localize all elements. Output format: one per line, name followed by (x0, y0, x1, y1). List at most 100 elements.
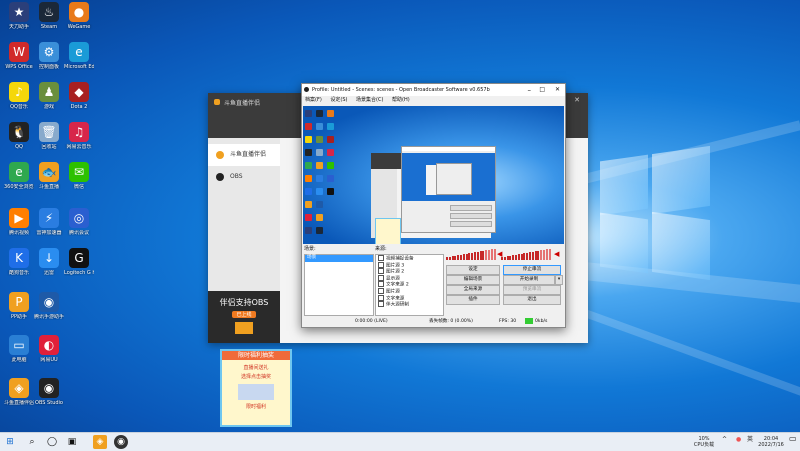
obs-window[interactable]: Profile: Untitled - Scenes: scenes - Ope… (301, 83, 566, 328)
douyu-taskbar-icon[interactable]: ◈ (93, 435, 107, 449)
desktop-icon[interactable]: ◎ 腾讯会议 (64, 208, 94, 236)
sidebar-item-douyu[interactable]: 斗鱼直播伴侣 (208, 144, 280, 166)
preview-mini-icon (327, 136, 334, 143)
file-explorer-icon[interactable]: ▣ (65, 435, 79, 449)
desktop-icon[interactable]: ⚙ 控制面板 (34, 42, 64, 70)
global-sources-button[interactable]: 全局来源 (446, 285, 500, 295)
source-visibility-checkbox[interactable] (378, 301, 384, 308)
start-record-button[interactable]: 开始录制 (503, 275, 555, 285)
source-item[interactable]: 文字来源 2 (376, 281, 443, 288)
desktop-icon[interactable]: G Logitech G HUB (64, 248, 94, 276)
tray-app-icon[interactable]: ● (736, 437, 741, 443)
notification-icon[interactable]: ▭ (789, 435, 797, 443)
cpu-load-widget[interactable]: 10% CPU负载 (690, 436, 718, 448)
desktop-icon[interactable]: 🐧 QQ (4, 122, 34, 150)
maximize-icon[interactable]: □ (539, 84, 545, 96)
desktop-icon[interactable]: ◐ 网易UU (34, 335, 64, 363)
desktop-icon[interactable]: W WPS Office (4, 42, 34, 70)
start-button[interactable]: ⊞ (3, 435, 17, 449)
source-item[interactable]: 显示源 (376, 274, 443, 282)
language-indicator[interactable]: 英 (747, 437, 753, 443)
preview-mini-icon (327, 175, 334, 182)
banner-headline: 伴侣支持OBS (219, 298, 269, 307)
obs-taskbar-icon[interactable]: ◉ (114, 435, 128, 449)
plugins-button[interactable]: 插件 (446, 295, 500, 305)
menu-settings[interactable]: 设定(S) (330, 97, 347, 103)
minimize-icon[interactable]: – (528, 84, 532, 96)
menu-file[interactable]: 档案(F) (305, 97, 322, 103)
preview-mini-icon (316, 201, 323, 208)
preview-mini-icon (305, 214, 312, 221)
promo-card[interactable]: 限时福利抽奖 直播间送礼 选择点击抽奖 限时福利 (220, 349, 292, 427)
desktop-icon[interactable]: ★ 天刀助手 (4, 2, 34, 30)
scenes-list[interactable]: 场景 (304, 254, 374, 316)
source-visibility-checkbox[interactable] (378, 274, 384, 281)
clock-date: 2022/7/16 (758, 442, 784, 448)
source-item[interactable]: 图片源 (376, 287, 443, 295)
source-item[interactable]: 视频捕捉设备 (376, 255, 443, 262)
settings-button[interactable]: 设定 (446, 265, 500, 275)
preview-mini-icon (316, 214, 323, 221)
mic-volume-meter[interactable] (446, 248, 498, 262)
desktop-icon-label: 控制面板 (38, 64, 59, 70)
obs-support-banner[interactable]: 伴侣支持OBS 已上线 (208, 291, 280, 343)
menu-scene-collection[interactable]: 场景集合(C) (356, 97, 383, 103)
obs-preview[interactable] (303, 106, 564, 244)
desktop-icon[interactable]: ◉ OBS Studio (34, 378, 64, 406)
desktop-volume-meter[interactable] (501, 248, 553, 262)
task-view-icon[interactable]: ◯ (45, 435, 59, 449)
source-item[interactable]: 文字来源 (376, 294, 443, 302)
desktop-icon[interactable]: ● WeGame (64, 2, 94, 30)
app-icon: ★ (9, 2, 29, 22)
desktop-icon[interactable]: ▶ 腾讯视频 (4, 208, 34, 236)
desktop-icon[interactable]: 🐟 斗鱼直播 (34, 162, 64, 190)
source-item[interactable]: 伴大源研制 (376, 301, 443, 308)
desktop-icon[interactable]: ◈ 斗鱼直播伴侣 (4, 378, 34, 406)
preview-mini-icon (327, 123, 334, 130)
source-visibility-checkbox[interactable] (378, 287, 384, 294)
close-icon[interactable]: ✕ (555, 84, 560, 96)
menu-help[interactable]: 帮助(H) (392, 97, 410, 103)
desktop-icon[interactable]: ♪ QQ音乐 (4, 82, 34, 110)
desktop-icon[interactable]: ↓ 迅雷 (34, 248, 64, 276)
stop-stream-button[interactable]: 停止串流 (503, 265, 561, 275)
meter-bar (526, 252, 529, 260)
record-dropdown-button[interactable]: ▾ (555, 275, 563, 285)
sidebar-item-obs[interactable]: OBS (208, 166, 280, 188)
source-visibility-checkbox[interactable] (378, 255, 384, 261)
desktop-icon[interactable]: K 酷狗音乐 (4, 248, 34, 276)
mic-icon[interactable]: ◀ (497, 250, 502, 258)
desktop-icon[interactable]: e Microsoft Edge (64, 42, 94, 70)
sources-list[interactable]: 视频捕捉设备 图片源 3 图片源 2 显示源 文字来源 2 图片源 文字来源 伴大源研制 (375, 254, 444, 316)
desktop-icon[interactable]: ▭ 此电脑 (4, 335, 34, 363)
search-icon[interactable]: ⌕ (25, 435, 39, 449)
source-item[interactable]: 图片源 2 (376, 268, 443, 275)
source-item[interactable]: 图片源 3 (376, 261, 443, 269)
preview-stream-button[interactable]: 预览串流 (503, 285, 561, 295)
source-visibility-checkbox[interactable] (378, 281, 384, 288)
source-visibility-checkbox[interactable] (378, 261, 384, 268)
desktop-icon[interactable]: P PP助手 (4, 292, 34, 320)
source-visibility-checkbox[interactable] (378, 268, 384, 275)
desktop-icon[interactable]: ◆ Dota 2 (64, 82, 94, 110)
desktop-icon[interactable]: ♨ Steam (34, 2, 64, 30)
close-icon[interactable]: ✕ (574, 96, 580, 104)
edit-scene-button[interactable]: 编辑场景 (446, 275, 500, 285)
exit-button[interactable]: 退出 (503, 295, 561, 305)
meter-bar (457, 255, 460, 260)
desktop-icon[interactable]: ◉ 腾讯手游助手 (34, 292, 64, 320)
chevron-up-icon[interactable]: ^ (722, 437, 727, 443)
desktop-icon[interactable]: 🗑 回收站 (34, 122, 64, 150)
desktop-icon[interactable]: ✉ 微信 (64, 162, 94, 190)
clock[interactable]: 20:04 2022/7/16 (755, 436, 787, 448)
source-visibility-checkbox[interactable] (378, 294, 384, 301)
desktop-icon[interactable]: ♟ 游戏 (34, 82, 64, 110)
scene-item[interactable]: 场景 (305, 255, 373, 262)
app-icon: ▶ (9, 208, 29, 228)
desktop-icon[interactable]: ♫ 网易云音乐 (64, 122, 94, 150)
speaker-icon[interactable]: ◀ (554, 250, 559, 258)
douyu-logo-icon (214, 99, 220, 105)
desktop-icon[interactable]: e 360安全浏览器 (4, 162, 34, 190)
desktop-icon[interactable]: ⚡ 雷神加速器 (34, 208, 64, 236)
app-icon: ✉ (69, 162, 89, 182)
